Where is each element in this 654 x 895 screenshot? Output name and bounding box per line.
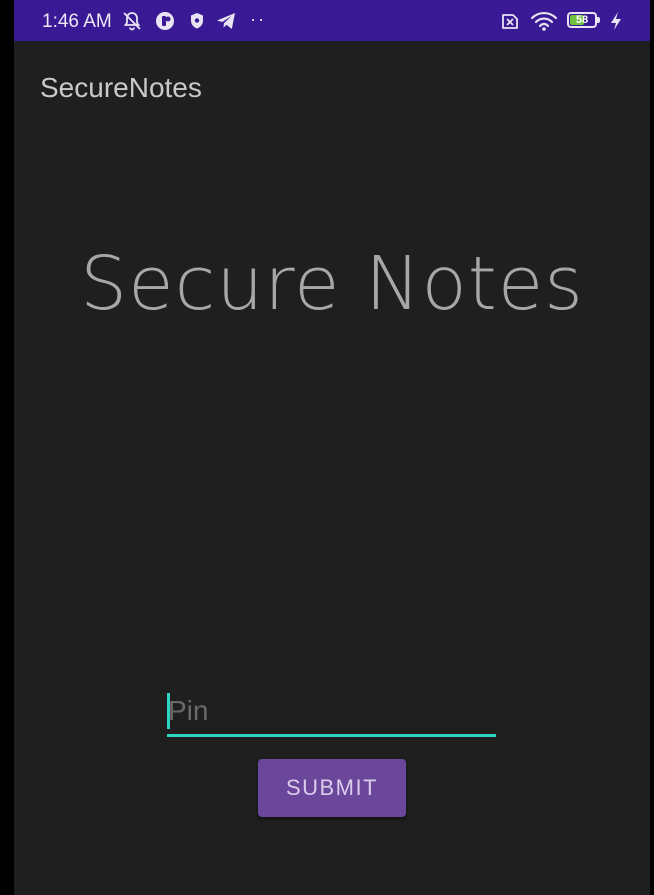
battery-level: 58 [575, 14, 589, 26]
sim-disabled-icon [502, 14, 518, 29]
telegram-icon [217, 13, 235, 29]
pin-field[interactable] [167, 688, 497, 740]
battery-nub [597, 17, 600, 23]
submit-button[interactable]: SUBMIT [258, 759, 406, 817]
page-title: Secure Notes [80, 241, 584, 327]
status-time: 1:46 AM [42, 11, 112, 32]
status-bar: 1:46 AM ·· 58 [14, 0, 650, 41]
wifi-icon [530, 11, 558, 31]
app-screen: 1:46 AM ·· 58 SecureNotes Secure Notes S… [14, 0, 650, 895]
more-dots-icon: ·· [250, 9, 266, 29]
battery-icon: 58 [567, 12, 597, 28]
notifications-off-icon [123, 12, 141, 31]
pin-input[interactable] [167, 688, 497, 734]
shield-icon [191, 13, 203, 29]
pin-underline [167, 734, 496, 737]
app-notification-icon [156, 12, 174, 30]
app-bar-title: SecureNotes [40, 72, 202, 103]
charging-icon [611, 12, 621, 30]
text-cursor [167, 693, 170, 729]
